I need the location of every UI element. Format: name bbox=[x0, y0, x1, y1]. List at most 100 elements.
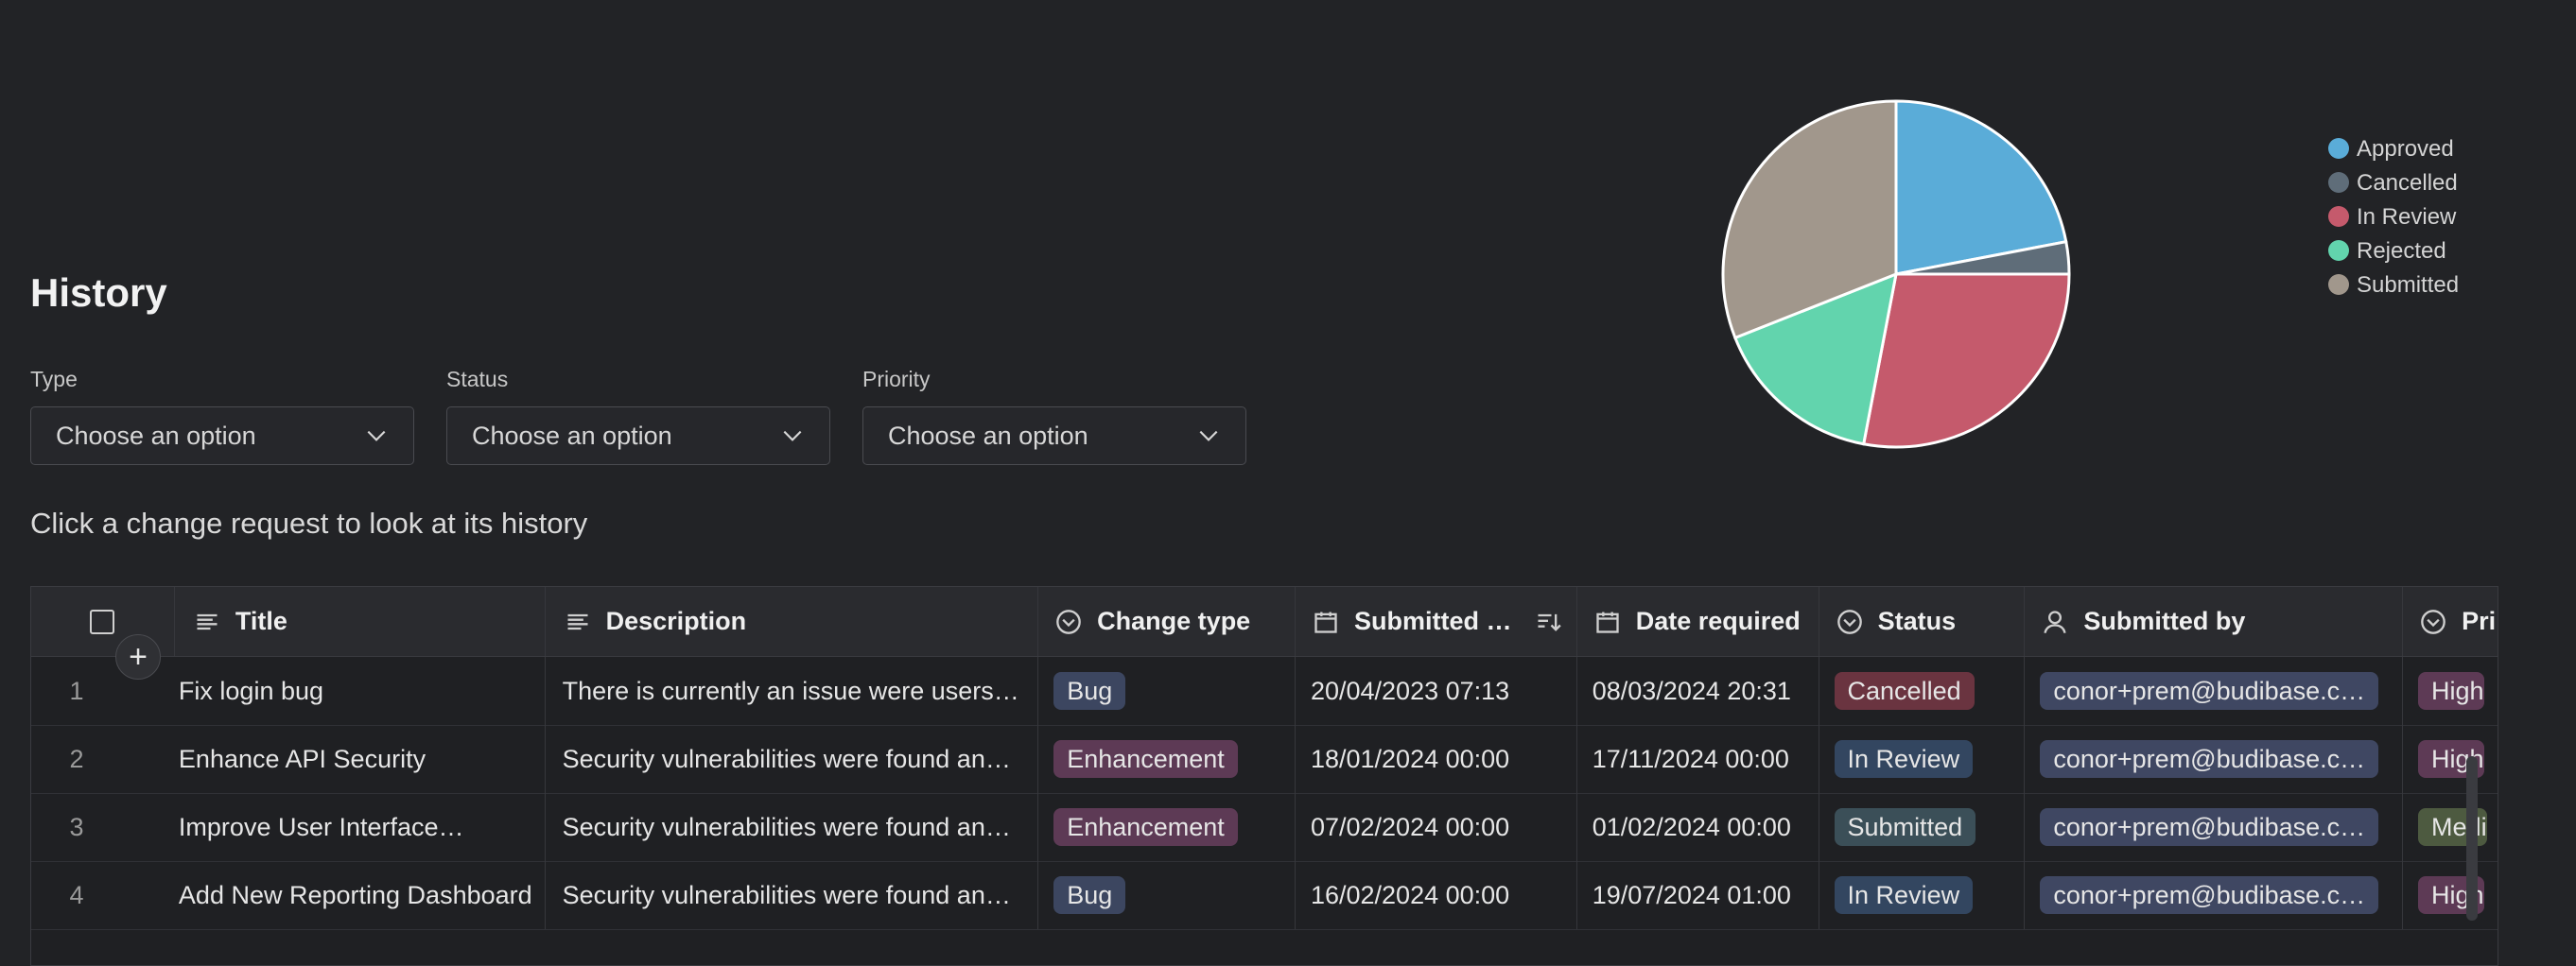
submitted-by-cell[interactable]: conor+prem@budibase.c… bbox=[2025, 725, 2404, 793]
submitted-cell[interactable]: 07/02/2024 00:00 bbox=[1296, 793, 1577, 861]
type-filter-placeholder: Choose an option bbox=[56, 421, 256, 450]
description-text: Security vulnerabilities were found an… bbox=[562, 744, 1011, 773]
column-submitted-label: Submitted … bbox=[1353, 607, 1512, 635]
change-type-badge: Bug bbox=[1053, 876, 1126, 914]
description-text: There is currently an issue were users… bbox=[562, 676, 1019, 705]
table-row[interactable]: 1 Fix login bug There is currently an is… bbox=[31, 657, 2498, 726]
text-lines-icon bbox=[197, 613, 218, 630]
table-row[interactable]: 4 Add New Reporting Dashboard Security v… bbox=[31, 861, 2498, 930]
column-title-label: Title bbox=[235, 607, 287, 635]
column-description-label: Description bbox=[605, 607, 747, 635]
column-header-change-type[interactable]: Change type bbox=[1038, 587, 1296, 656]
description-text: Security vulnerabilities were found an… bbox=[562, 880, 1011, 909]
column-header-submitted[interactable]: Submitted … bbox=[1296, 587, 1577, 656]
column-change-type-label: Change type bbox=[1097, 607, 1251, 635]
change-type-cell[interactable]: Bug bbox=[1038, 657, 1296, 725]
title-text: Enhance API Security bbox=[178, 744, 426, 773]
column-header-status[interactable]: Status bbox=[1819, 587, 2026, 656]
type-filter-label: Type bbox=[30, 367, 78, 391]
date-required-cell[interactable]: 08/03/2024 20:31 bbox=[1577, 657, 1819, 725]
submitted-by-cell[interactable]: conor+prem@budibase.c… bbox=[2025, 861, 2404, 929]
column-header-priority[interactable]: Pri bbox=[2403, 587, 2498, 656]
legend-label[interactable]: Approved bbox=[2357, 136, 2454, 162]
title-cell[interactable]: Fix login bug bbox=[122, 657, 546, 725]
legend-label[interactable]: Submitted bbox=[2357, 272, 2459, 298]
column-header-date-required[interactable]: Date required bbox=[1577, 587, 1819, 656]
priority-badge: High bbox=[2418, 672, 2484, 710]
status-cell[interactable]: In Review bbox=[1819, 725, 2026, 793]
legend-marker bbox=[2328, 206, 2349, 227]
chevron-circle-icon bbox=[2421, 609, 2445, 634]
description-cell[interactable]: There is currently an issue were users… bbox=[546, 657, 1039, 725]
priority-cell[interactable]: High bbox=[2403, 657, 2498, 725]
priority-cell[interactable]: Medi bbox=[2403, 793, 2498, 861]
submitted-by-cell[interactable]: conor+prem@budibase.c… bbox=[2025, 793, 2404, 861]
legend-label[interactable]: Cancelled bbox=[2357, 170, 2458, 196]
user-icon bbox=[2044, 610, 2067, 633]
text-lines-icon bbox=[567, 613, 588, 630]
submitted-cell[interactable]: 16/02/2024 00:00 bbox=[1296, 861, 1577, 929]
calendar-icon bbox=[1314, 612, 1337, 633]
status-cell[interactable]: Submitted bbox=[1819, 793, 2026, 861]
title-cell[interactable]: Enhance API Security bbox=[122, 725, 546, 793]
chevron-down-icon bbox=[1199, 430, 1218, 441]
calendar-icon bbox=[1596, 612, 1619, 633]
submitted-cell[interactable]: 20/04/2023 07:13 bbox=[1296, 657, 1577, 725]
change-type-cell[interactable]: Enhancement bbox=[1038, 793, 1296, 861]
priority-cell[interactable]: High bbox=[2403, 725, 2498, 793]
description-cell[interactable]: Security vulnerabilities were found an… bbox=[546, 793, 1039, 861]
priority-filter-placeholder: Choose an option bbox=[888, 421, 1088, 450]
legend-label[interactable]: In Review bbox=[2357, 204, 2457, 230]
description-cell[interactable]: Security vulnerabilities were found an… bbox=[546, 725, 1039, 793]
change-type-badge: Enhancement bbox=[1053, 808, 1238, 846]
submitted-cell[interactable]: 18/01/2024 00:00 bbox=[1296, 725, 1577, 793]
date-required-cell[interactable]: 19/07/2024 01:00 bbox=[1577, 861, 1819, 929]
horizontal-scrollbar[interactable] bbox=[2466, 756, 2478, 921]
title-text: Add New Reporting Dashboard bbox=[178, 880, 532, 909]
chevron-down-icon bbox=[783, 430, 802, 441]
date-required-cell[interactable]: 01/02/2024 00:00 bbox=[1577, 793, 1819, 861]
change-type-cell[interactable]: Bug bbox=[1038, 861, 1296, 929]
plus-icon: + bbox=[129, 638, 148, 675]
chevron-down-icon bbox=[367, 430, 386, 441]
description-text: Security vulnerabilities were found an… bbox=[562, 812, 1011, 841]
status-filter-select[interactable]: Choose an option bbox=[446, 406, 830, 465]
column-date-required-label: Date required bbox=[1635, 607, 1801, 635]
date-required-cell[interactable]: 17/11/2024 00:00 bbox=[1577, 725, 1819, 793]
select-all-checkbox[interactable] bbox=[90, 609, 115, 634]
status-cell[interactable]: In Review bbox=[1819, 861, 2026, 929]
user-badge: conor+prem@budibase.c… bbox=[2040, 808, 2379, 846]
pie-slices bbox=[1721, 99, 2071, 449]
change-type-badge: Enhancement bbox=[1053, 740, 1238, 778]
legend-label[interactable]: Rejected bbox=[2357, 238, 2446, 264]
title-cell[interactable]: Add New Reporting Dashboard bbox=[122, 861, 546, 929]
add-row-button[interactable]: + bbox=[115, 634, 161, 680]
table-row[interactable]: 2 Enhance API Security Security vulnerab… bbox=[31, 725, 2498, 794]
user-badge: conor+prem@budibase.c… bbox=[2040, 740, 2379, 778]
history-table: Title Description Change type Submitted … bbox=[30, 586, 2498, 966]
change-type-badge: Bug bbox=[1053, 672, 1126, 710]
title-cell[interactable]: Improve User Interface… bbox=[122, 793, 546, 861]
priority-cell[interactable]: High bbox=[2403, 861, 2498, 929]
status-badge: Submitted bbox=[1834, 808, 1976, 846]
column-header-title[interactable]: Title bbox=[175, 587, 546, 656]
history-hint-text: Click a change request to look at its hi… bbox=[30, 507, 588, 540]
title-text: Improve User Interface… bbox=[178, 812, 464, 841]
user-badge: conor+prem@budibase.c… bbox=[2040, 672, 2379, 710]
priority-filter-label: Priority bbox=[862, 367, 931, 391]
row-number: 1 bbox=[69, 676, 84, 705]
column-header-submitted-by[interactable]: Submitted by bbox=[2025, 587, 2404, 656]
type-filter-select[interactable]: Choose an option bbox=[30, 406, 414, 465]
priority-filter-select[interactable]: Choose an option bbox=[862, 406, 1246, 465]
submitted-by-cell[interactable]: conor+prem@budibase.c… bbox=[2025, 657, 2404, 725]
legend-marker bbox=[2328, 240, 2349, 261]
sort-descending-icon[interactable] bbox=[1535, 609, 1561, 635]
table-row[interactable]: 3 Improve User Interface… Security vulne… bbox=[31, 793, 2498, 862]
status-cell[interactable]: Cancelled bbox=[1819, 657, 2026, 725]
column-header-description[interactable]: Description bbox=[546, 587, 1039, 656]
legend-marker bbox=[2328, 138, 2349, 159]
change-type-cell[interactable]: Enhancement bbox=[1038, 725, 1296, 793]
pie-slice-in-review[interactable] bbox=[1861, 272, 2071, 449]
title-text: Fix login bug bbox=[178, 676, 324, 705]
description-cell[interactable]: Security vulnerabilities were found an… bbox=[546, 861, 1039, 929]
